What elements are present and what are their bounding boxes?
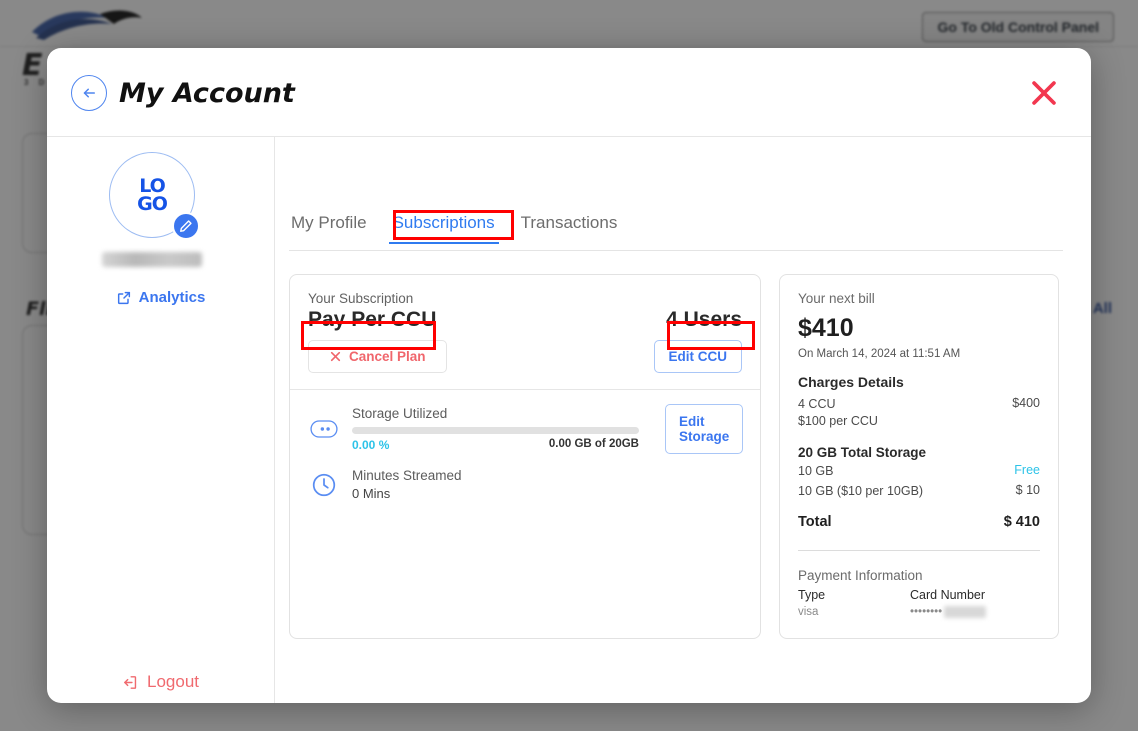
username-redacted [102, 252, 202, 267]
tab-transactions[interactable]: Transactions [521, 213, 618, 244]
ccu-line-2: $100 per CCU [798, 413, 878, 430]
plan-name: Pay Per CCU [308, 308, 436, 332]
cancel-plan-button[interactable]: Cancel Plan [308, 340, 447, 373]
payment-type-header: Type [798, 588, 910, 602]
next-bill-date: On March 14, 2024 at 11:51 AM [798, 348, 1040, 360]
total-label: Total [798, 514, 832, 530]
close-icon [1027, 76, 1061, 110]
ccu-amount: $400 [1012, 396, 1040, 410]
payment-information-grid: Type visa Card Number •••••••• [798, 588, 1040, 618]
x-icon [329, 350, 342, 363]
payment-type-value: visa [798, 606, 910, 618]
minutes-title: Minutes Streamed [352, 468, 742, 483]
external-link-icon [116, 290, 132, 306]
payment-information-heading: Payment Information [798, 568, 1040, 583]
minutes-metric-row: Minutes Streamed 0 Mins [308, 468, 742, 501]
subscription-card: Your Subscription Pay Per CCU 4 Users Ca… [289, 274, 761, 639]
minutes-value: 0 Mins [352, 486, 742, 501]
charge-row-ccu: 4 CCU $100 per CCU $400 [798, 396, 1040, 430]
my-account-modal: My Account LO GO [47, 48, 1091, 703]
total-row: Total $ 410 [798, 514, 1040, 530]
subscription-section-label: Your Subscription [308, 291, 742, 306]
modal-body: LO GO Analytics [47, 137, 1091, 703]
storage-title: Storage Utilized [352, 406, 639, 421]
subscription-panels: Your Subscription Pay Per CCU 4 Users Ca… [289, 251, 1063, 639]
analytics-link[interactable]: Analytics [47, 289, 274, 306]
ccu-line-1: 4 CCU [798, 396, 878, 413]
storage-icon [308, 420, 340, 438]
charges-details-heading: Charges Details [798, 374, 1040, 390]
total-amount: $ 410 [1004, 514, 1040, 530]
avatar-logo-text: LO GO [137, 177, 167, 213]
logout-label: Logout [147, 672, 199, 692]
storage-usage-label: 0.00 GB of 20GB [549, 438, 639, 452]
edit-avatar-button[interactable] [172, 212, 200, 240]
storage-row2-label: 10 GB ($10 per 10GB) [798, 483, 923, 500]
logout-icon [122, 674, 139, 691]
next-bill-amount: $410 [798, 314, 1040, 343]
account-content: My Profile Subscriptions Transactions Yo… [275, 137, 1091, 703]
tab-bar: My Profile Subscriptions Transactions [289, 137, 1063, 251]
page-title: My Account [119, 78, 295, 109]
card-number-header: Card Number [910, 588, 1022, 602]
close-button[interactable] [1027, 76, 1061, 110]
storage-metric-row: Storage Utilized 0.00 % 0.00 GB of 20GB … [308, 404, 742, 454]
edit-storage-button[interactable]: Edit Storage [665, 404, 743, 454]
clock-icon [308, 472, 340, 498]
card-number-value: •••••••• [910, 606, 1022, 618]
storage-row1-amount: Free [1014, 463, 1040, 477]
storage-charges-heading: 20 GB Total Storage [798, 445, 1040, 460]
charge-row-storage-paid: 10 GB ($10 per 10GB) $ 10 [798, 483, 1040, 500]
bill-divider [798, 550, 1040, 551]
modal-header: My Account [47, 48, 1091, 136]
storage-progress-bar [352, 427, 639, 434]
storage-percent-label: 0.00 % [352, 438, 389, 452]
account-sidebar: LO GO Analytics [47, 137, 275, 703]
logout-button[interactable]: Logout [47, 672, 274, 692]
tab-subscriptions[interactable]: Subscriptions [393, 213, 495, 244]
card-number-masked: •••••••• [910, 606, 942, 618]
tab-my-profile[interactable]: My Profile [291, 213, 367, 244]
cancel-plan-label: Cancel Plan [349, 349, 426, 364]
edit-ccu-button[interactable]: Edit CCU [654, 340, 743, 373]
storage-row2-amount: $ 10 [1016, 483, 1040, 497]
users-count: 4 Users [666, 308, 742, 332]
charge-row-storage-free: 10 GB Free [798, 463, 1040, 480]
storage-row1-label: 10 GB [798, 463, 833, 480]
back-button[interactable] [71, 75, 107, 111]
next-bill-card: Your next bill $410 On March 14, 2024 at… [779, 274, 1059, 639]
analytics-label: Analytics [139, 289, 206, 306]
card-number-redacted [944, 606, 986, 618]
pencil-icon [179, 219, 193, 233]
avatar-logo-line2: GO [137, 195, 167, 213]
next-bill-label: Your next bill [798, 291, 1040, 306]
arrow-left-icon [80, 84, 98, 102]
card-divider [290, 389, 760, 390]
